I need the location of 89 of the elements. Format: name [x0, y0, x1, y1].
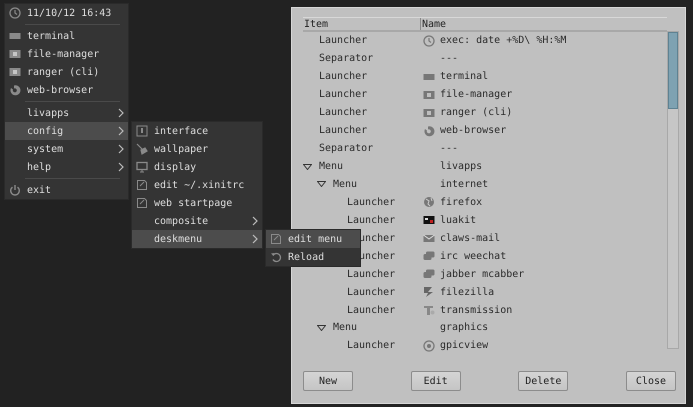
- tree-item-name: graphics: [440, 322, 488, 334]
- column-header[interactable]: Item: [303, 18, 420, 30]
- tree-item-type: Launcher: [347, 304, 396, 316]
- info-icon: [136, 125, 148, 137]
- menu-item[interactable]: interface: [132, 122, 262, 140]
- tree-item-type: Launcher: [347, 214, 396, 226]
- undo-icon: [270, 251, 282, 263]
- lightning-icon: [423, 286, 435, 298]
- folder-icon: [9, 48, 21, 60]
- globe-icon: [423, 196, 435, 208]
- power-icon: [9, 184, 21, 196]
- tree-item-type: Launcher: [347, 196, 396, 208]
- dialog-button[interactable]: New: [303, 371, 353, 391]
- swirl-icon: [423, 124, 435, 137]
- menu-item[interactable]: composite: [132, 212, 262, 230]
- menu-item[interactable]: terminal: [5, 27, 128, 45]
- tree-item-name: web-browser: [440, 125, 506, 136]
- tree-item-type: Launcher: [319, 125, 368, 136]
- dialog-button[interactable]: Delete: [518, 371, 568, 391]
- menu-item[interactable]: system: [5, 140, 128, 158]
- tree-item-name: gpicview: [440, 340, 488, 352]
- dialog-button[interactable]: Edit: [410, 371, 461, 391]
- terminal-icon: [9, 30, 21, 42]
- tree-item-name: file-manager: [440, 89, 512, 100]
- menu-item[interactable]: deskmenu: [132, 230, 262, 248]
- brush-icon: [136, 143, 148, 155]
- folder-icon: [423, 88, 435, 101]
- tree-item-type: Launcher: [319, 35, 368, 46]
- envelope-icon: [423, 232, 435, 244]
- tree-item-type: Launcher: [347, 268, 396, 280]
- folder-icon: [423, 106, 435, 119]
- expand-arrow-icon[interactable]: [303, 164, 312, 170]
- tree-item-name: irc weechat: [440, 250, 506, 262]
- tree-item-type: Menu: [319, 161, 344, 172]
- clock-icon: [423, 34, 435, 47]
- tree-item-name: livapps: [440, 161, 482, 172]
- tree-item-type: Launcher: [319, 89, 368, 100]
- menu-item[interactable]: file-manager: [5, 45, 128, 63]
- tree-item-type: Menu: [333, 322, 358, 334]
- terminal-icon: [423, 214, 435, 226]
- tree-item-name: filezilla: [440, 286, 494, 298]
- menu-item[interactable]: Reload: [266, 248, 360, 266]
- tree-item-name: claws-mail: [440, 232, 500, 244]
- tree-item-type: Launcher: [347, 340, 396, 352]
- tree-item-name: firefox: [440, 196, 482, 208]
- document-icon: [270, 233, 282, 245]
- tree-item-type: Launcher: [347, 286, 396, 298]
- chat-icon: [423, 268, 435, 280]
- menu-item[interactable]: edit ~/.xinitrc: [132, 176, 262, 194]
- menu-item[interactable]: exit: [5, 181, 128, 199]
- tree-item-name: luakit: [440, 214, 476, 226]
- tree-item-type: Launcher: [319, 71, 368, 82]
- tree-item-name: transmission: [440, 304, 512, 316]
- clock-icon: [9, 7, 21, 19]
- swirl-icon: [9, 84, 21, 96]
- monitor-icon: [136, 161, 148, 173]
- tree-item-name: terminal: [440, 71, 488, 82]
- tree-item-name: ---: [440, 53, 458, 64]
- menu-item[interactable]: web-browser: [5, 81, 128, 99]
- menu-item[interactable]: help: [5, 158, 128, 176]
- menu-item[interactable]: livapps: [5, 104, 128, 122]
- menu-item[interactable]: edit menu: [266, 230, 360, 248]
- folder-icon: [9, 66, 21, 78]
- tree-item-type: Launcher: [319, 107, 368, 118]
- scrollbar-thumb[interactable]: [668, 32, 678, 109]
- tree-item-name: jabber mcabber: [440, 268, 524, 280]
- scrollbar[interactable]: [667, 31, 679, 349]
- tree-item-name: exec: date +%D\ %H:%M: [440, 35, 566, 46]
- menu-item[interactable]: wallpaper: [132, 140, 262, 158]
- menu-item[interactable]: ranger (cli): [5, 63, 128, 81]
- document-icon: [136, 197, 148, 209]
- tree-item-type: Separator: [319, 143, 374, 154]
- menu-item[interactable]: display: [132, 158, 262, 176]
- disc-icon: [423, 340, 435, 352]
- column-header[interactable]: Name: [420, 18, 667, 30]
- menu-item[interactable]: 11/10/12 16:43: [5, 4, 128, 22]
- tree-item-name: internet: [440, 178, 488, 190]
- document-icon: [136, 179, 148, 191]
- expand-arrow-icon[interactable]: [317, 181, 326, 188]
- chat-icon: [423, 250, 435, 262]
- tree-item-type: Menu: [333, 178, 358, 190]
- expand-arrow-icon[interactable]: [317, 324, 326, 331]
- dialog-button[interactable]: Close: [626, 371, 676, 391]
- menu-item[interactable]: config: [5, 122, 128, 140]
- tree-item-type: Separator: [319, 53, 374, 64]
- stamp-icon: [423, 304, 435, 316]
- tree-item-name: ranger (cli): [440, 107, 512, 118]
- tree-item-name: ---: [440, 143, 458, 154]
- menu-item[interactable]: web startpage: [132, 194, 262, 212]
